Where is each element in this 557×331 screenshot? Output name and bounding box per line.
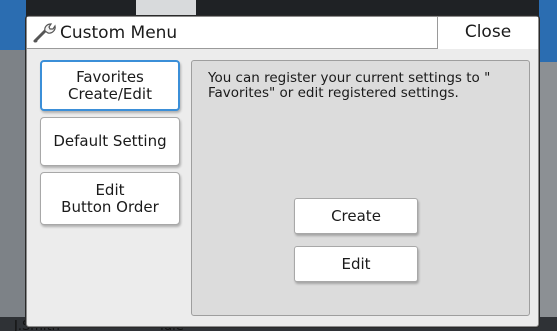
create-button[interactable]: Create — [294, 198, 418, 234]
dialog-titlebar: Custom Menu Close — [27, 17, 538, 49]
sidebar-item-label: Edit Button Order — [61, 180, 159, 216]
description-text: You can register your current settings t… — [208, 70, 491, 101]
sidebar-item-edit-button-order[interactable]: Edit Button Order — [40, 172, 180, 225]
wrench-icon — [32, 21, 58, 45]
sidebar-item-favorites-create-edit[interactable]: Favorites Create/Edit — [40, 60, 180, 111]
dialog-title: Custom Menu — [60, 23, 178, 43]
background-right-accent — [539, 0, 557, 62]
content-panel: You can register your current settings t… — [191, 60, 530, 316]
sidebar-item-label: Favorites Create/Edit — [68, 67, 152, 103]
custom-menu-dialog: Custom Menu Close Favorites Create/Edit … — [26, 16, 539, 327]
edit-button[interactable]: Edit — [294, 246, 418, 282]
sidebar-item-label: Default Setting — [53, 132, 167, 150]
sidebar-item-default-setting[interactable]: Default Setting — [40, 117, 180, 166]
background-panel — [136, 0, 196, 16]
close-button[interactable]: Close — [437, 17, 538, 49]
background-left-accent — [0, 0, 26, 50]
